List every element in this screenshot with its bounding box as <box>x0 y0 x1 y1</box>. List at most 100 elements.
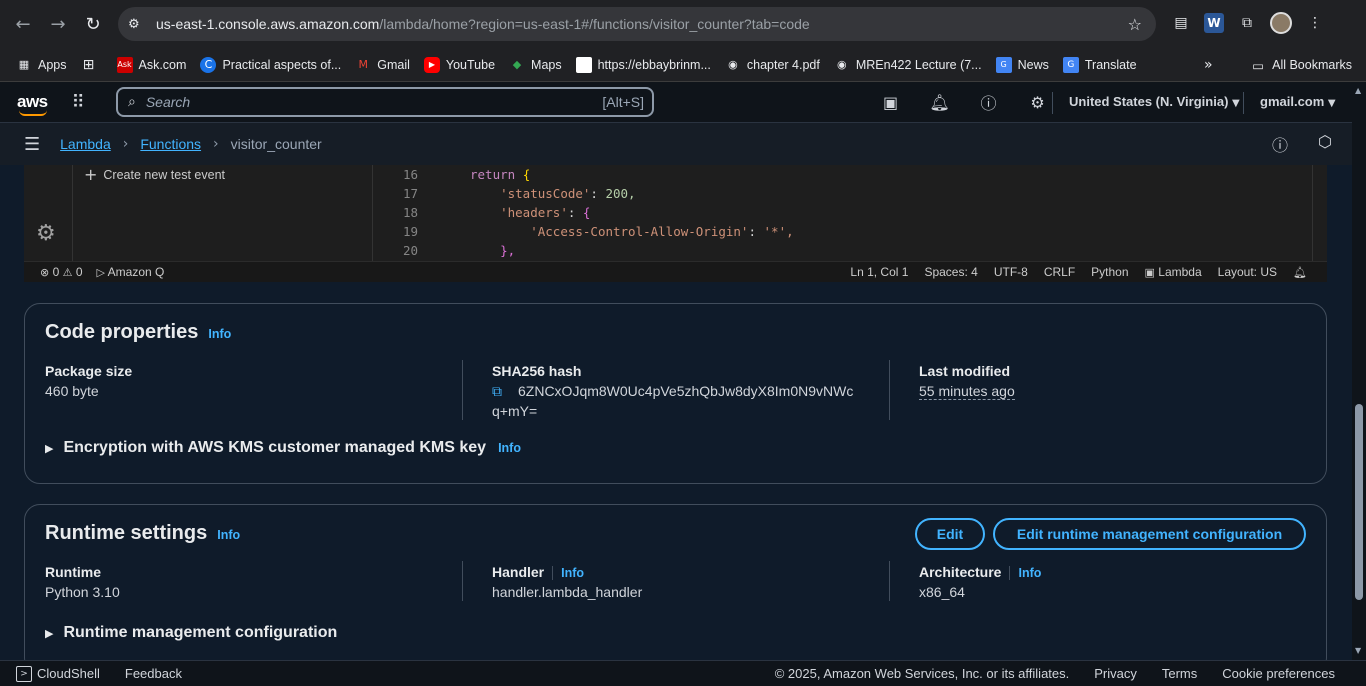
code-key: 'statusCode' <box>500 186 591 201</box>
settings-gear-icon[interactable]: ⚙ <box>1013 93 1062 112</box>
breadcrumb-current: visitor_counter <box>230 136 322 152</box>
scroll-thumb[interactable] <box>1355 404 1363 600</box>
feedback-link[interactable]: Feedback <box>125 666 182 681</box>
package-size-value: 460 byte <box>45 383 99 399</box>
tab-search-icon[interactable]: ▤ <box>1168 10 1194 36</box>
edit-button[interactable]: Edit <box>915 518 985 550</box>
bookmarks-overflow-icon[interactable]: » <box>1204 48 1213 82</box>
info-link[interactable]: Info <box>1018 566 1041 580</box>
create-test-event-label: Create new test event <box>103 167 226 182</box>
bookmark-label: Gmail <box>377 57 410 72</box>
breadcrumb-functions[interactable]: Functions <box>140 136 201 152</box>
bookmark-chapter4[interactable]: ◉ chapter 4.pdf <box>725 57 820 73</box>
nav-divider <box>1052 92 1053 114</box>
bookmark-ebbay[interactable]: https://ebbaybrinm... <box>575 56 711 73</box>
info-link[interactable]: Info <box>217 528 240 542</box>
globe-icon: ◉ <box>837 58 847 71</box>
language-mode[interactable]: Python <box>1091 265 1128 279</box>
bookmark-maps[interactable]: ◆ Maps <box>509 57 562 73</box>
create-test-event-button[interactable]: + Create new test event <box>84 165 225 184</box>
profile-avatar[interactable] <box>1270 12 1292 34</box>
info-link[interactable]: Info <box>498 441 521 455</box>
eol-setting[interactable]: CRLF <box>1044 265 1075 279</box>
region-label: United States (N. Virginia) <box>1069 94 1229 109</box>
search-icon: ⌕ <box>128 94 136 110</box>
bookmark-translate[interactable]: G Translate <box>1062 56 1137 73</box>
code-text: : <box>590 186 606 201</box>
code-area[interactable]: 16 return { 17 'statusCode': 200, 18 'he… <box>388 165 794 260</box>
architecture-label-group: Architecture Info <box>919 564 1041 581</box>
code-text: : <box>748 224 764 239</box>
services-grid-icon[interactable]: ⠿ <box>72 92 85 113</box>
copy-icon[interactable]: ⧉ <box>492 384 508 400</box>
browser-toolbar: ← → ↻ ⚙ us-east-1.console.aws.amazon.com… <box>0 0 1366 48</box>
bookmark-ask[interactable]: Ask Ask.com <box>116 56 186 73</box>
problems-indicator[interactable]: ⊗ 0 ⚠ 0 <box>40 265 83 279</box>
browser-menu-icon[interactable]: ⋮ <box>1302 10 1328 36</box>
bookmark-apps[interactable]: ▦ Apps <box>16 57 67 73</box>
bookmark-grid[interactable]: ⊞ <box>81 57 103 73</box>
encryption-expander[interactable]: ▶ Encryption with AWS KMS customer manag… <box>45 439 521 457</box>
notifications-bell-icon[interactable]: 🔔︎ <box>1293 266 1307 279</box>
shield-icon[interactable]: ⬡ <box>1318 132 1332 156</box>
code-line: 20 }, <box>388 241 794 260</box>
page-scrollbar[interactable]: ▲ ▼ <box>1352 82 1366 660</box>
indentation-setting[interactable]: Spaces: 4 <box>924 265 977 279</box>
bookmark-gmail[interactable]: M Gmail <box>355 57 410 73</box>
sha256-value: ⧉ 6ZNCxOJqm8W0Uc4pVe5zhQbJw8dyX8Im0N9vNWc <box>492 383 853 400</box>
all-bookmarks[interactable]: ▭ All Bookmarks <box>1252 48 1352 82</box>
error-icon: ⊗ <box>40 266 50 279</box>
warning-icon: ⚠ <box>62 266 73 279</box>
help-icon[interactable]: ⓘ <box>964 90 1013 114</box>
region-selector[interactable]: United States (N. Virginia) ▼ <box>1069 94 1240 109</box>
amazon-q-button[interactable]: ▷ Amazon Q <box>97 265 165 279</box>
bookmark-star-icon[interactable]: ☆ <box>1128 15 1142 34</box>
runtime-management-expander[interactable]: ▶ Runtime management configuration <box>45 624 337 642</box>
info-link[interactable]: Info <box>208 327 231 341</box>
search-input[interactable]: ⌕ Search [Alt+S] <box>116 87 654 117</box>
privacy-link[interactable]: Privacy <box>1094 666 1137 681</box>
extensions-puzzle-icon[interactable]: ⧉ <box>1234 10 1260 36</box>
aws-logo[interactable]: aws <box>17 92 48 116</box>
back-icon[interactable]: ← <box>8 9 38 39</box>
manage-gear-icon[interactable]: ⚙ <box>36 221 56 246</box>
nav-icon-group: ▣ 🔔︎ ⓘ ⚙ <box>866 82 1062 122</box>
keyboard-layout[interactable]: Layout: US <box>1218 265 1277 279</box>
runtime-settings-panel: Runtime settings Info Edit Edit runtime m… <box>24 504 1327 674</box>
bookmark-practical[interactable]: C Practical aspects of... <box>200 56 341 73</box>
account-menu[interactable]: gmail.com ▼ <box>1260 94 1336 109</box>
terms-link[interactable]: Terms <box>1162 666 1197 681</box>
forward-icon[interactable]: → <box>43 9 73 39</box>
word-extension-icon[interactable]: W <box>1204 13 1224 33</box>
scroll-up-icon[interactable]: ▲ <box>1355 86 1361 95</box>
cookie-preferences-link[interactable]: Cookie preferences <box>1222 666 1335 681</box>
edit-runtime-management-button[interactable]: Edit runtime management configuration <box>993 518 1306 550</box>
bookmark-mren[interactable]: ◉ MREn422 Lecture (7... <box>834 57 982 73</box>
lambda-status[interactable]: ▣ Lambda <box>1145 265 1202 279</box>
side-nav-toggle-icon[interactable]: ☰ <box>24 134 40 155</box>
site-info-icon[interactable]: ⚙ <box>128 17 150 32</box>
architecture-value: x86_64 <box>919 584 965 600</box>
aws-top-nav: aws ⠿ ⌕ Search [Alt+S] ▣ 🔔︎ ⓘ ⚙ United S… <box>0 82 1352 123</box>
scroll-down-icon[interactable]: ▼ <box>1355 646 1361 655</box>
panel-title: Code properties <box>45 321 199 343</box>
caret-right-icon: ▶ <box>45 441 54 455</box>
bookmark-news[interactable]: G News <box>995 56 1049 73</box>
bookmark-label: News <box>1017 57 1049 72</box>
bookmark-youtube[interactable]: ▶ YouTube <box>423 56 496 73</box>
cursor-position[interactable]: Ln 1, Col 1 <box>850 265 908 279</box>
encoding-setting[interactable]: UTF-8 <box>994 265 1028 279</box>
bookmark-label: YouTube <box>445 57 496 72</box>
reload-icon[interactable]: ↻ <box>78 9 108 39</box>
notifications-bell-icon[interactable]: 🔔︎ <box>915 93 964 112</box>
code-line: 18 'headers': { <box>388 203 794 222</box>
cloudshell-link[interactable]: CloudShell <box>37 666 100 681</box>
address-bar[interactable]: ⚙ us-east-1.console.aws.amazon.com/lambd… <box>118 7 1156 41</box>
account-label: gmail.com <box>1260 94 1325 109</box>
breadcrumb-lambda[interactable]: Lambda <box>60 136 111 152</box>
cloudshell-icon[interactable]: ▣ <box>866 93 915 112</box>
info-panel-icon[interactable]: ⓘ <box>1272 132 1288 156</box>
last-modified-value[interactable]: 55 minutes ago <box>919 383 1015 400</box>
info-link[interactable]: Info <box>561 566 584 580</box>
